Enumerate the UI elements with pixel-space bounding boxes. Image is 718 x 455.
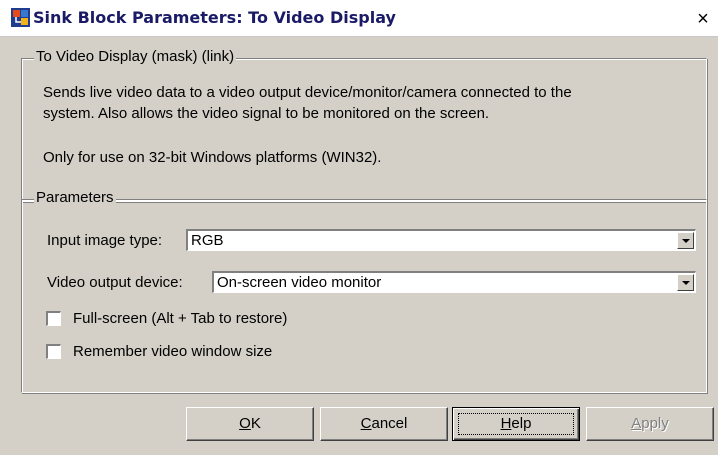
title-bar[interactable]: Sink Block Parameters: To Video Display … [0,0,718,37]
window-title: Sink Block Parameters: To Video Display [33,8,396,27]
ok-label-rest: K [250,415,261,432]
cancel-button[interactable]: Cancel [320,407,448,441]
video-output-device-select[interactable]: On-screen video monitor [212,271,696,293]
remember-size-label[interactable]: Remember video window size [73,343,272,360]
apply-button: Apply [586,407,714,441]
video-output-device-value: On-screen video monitor [217,274,382,291]
simulink-block-icon [11,8,30,27]
full-screen-checkbox[interactable] [46,311,61,326]
apply-label-rest: pply [641,415,669,432]
ok-accel: O [239,415,251,432]
parameters-group-legend: Parameters [34,189,116,206]
cancel-accel: C [360,415,372,432]
remember-size-checkbox[interactable] [46,344,61,359]
cancel-label-rest: ancel [371,415,408,432]
input-image-type-select[interactable]: RGB [186,229,696,251]
dialog-window: Sink Block Parameters: To Video Display … [0,0,718,455]
chevron-down-icon[interactable] [677,232,694,249]
ok-button[interactable]: OK [186,407,314,441]
chevron-down-icon[interactable] [677,274,694,291]
description-group-frame [21,58,707,202]
full-screen-label[interactable]: Full-screen (Alt + Tab to restore) [73,310,287,327]
description-group-legend: To Video Display (mask) (link) [34,48,237,65]
apply-accel: A [631,415,642,432]
description-line-2: system. Also allows the video signal to … [43,105,490,122]
close-icon[interactable]: × [692,9,714,29]
input-image-type-value: RGB [191,232,224,249]
help-button[interactable]: Help [452,407,580,441]
input-image-type-label: Input image type: [47,232,163,249]
description-line-1: Sends live video data to a video output … [43,84,572,101]
help-label-rest: elp [511,415,532,432]
video-output-device-label: Video output device: [47,274,183,291]
help-accel: H [500,415,512,432]
description-line-3: Only for use on 32-bit Windows platforms… [43,149,382,166]
